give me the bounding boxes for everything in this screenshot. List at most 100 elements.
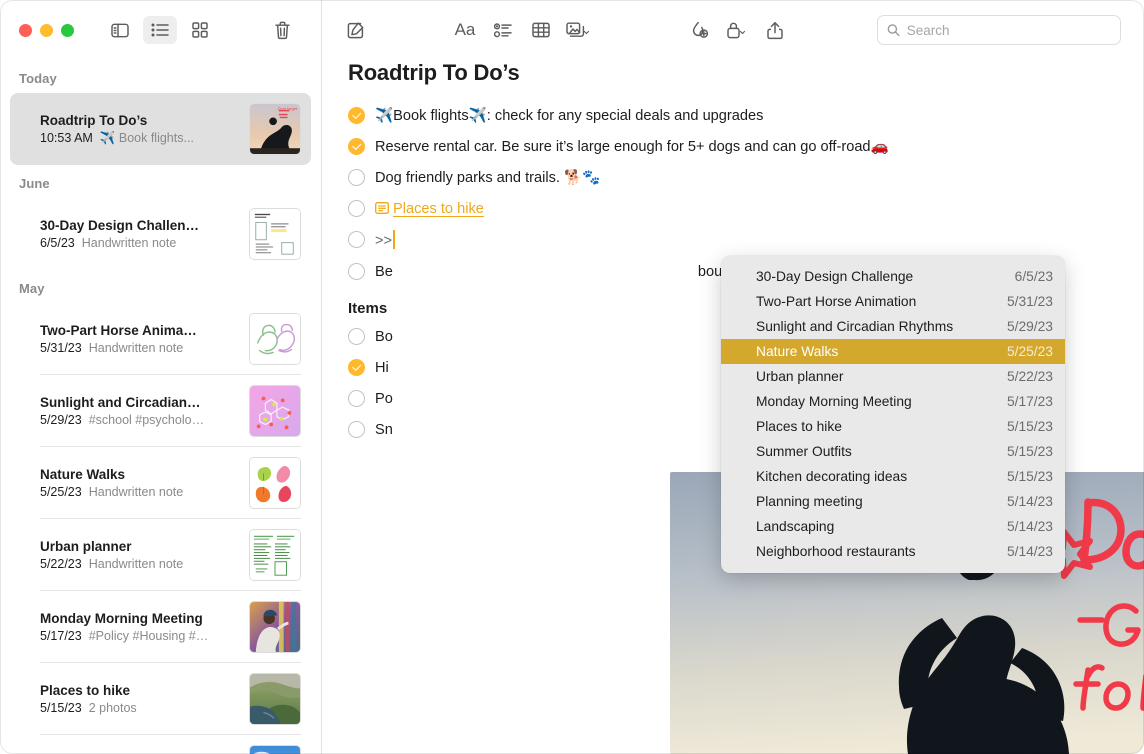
note-list-item-preview: #Policy #Housing #… bbox=[89, 629, 209, 643]
autocomplete-option[interactable]: 30-Day Design Challenge6/5/23 bbox=[721, 264, 1065, 289]
checkbox-unchecked[interactable] bbox=[348, 421, 365, 438]
checklist-button[interactable] bbox=[486, 16, 520, 44]
autocomplete-option[interactable]: Summer Outfits5/15/23 bbox=[721, 439, 1065, 464]
autocomplete-option-date: 5/15/23 bbox=[1007, 419, 1053, 434]
share-icon bbox=[767, 21, 783, 40]
checklist-item[interactable]: Places to hike bbox=[348, 199, 1118, 219]
autocomplete-option[interactable]: Sunlight and Circadian Rhythms 5/29/23 bbox=[721, 314, 1065, 339]
autocomplete-option[interactable]: Planning meeting5/14/23 bbox=[721, 489, 1065, 514]
note-list-item-meta: 5/29/23#school #psycholo… bbox=[40, 413, 239, 427]
note-list[interactable]: TodayRoadtrip To Do’s10:53 AM✈️ Book fli… bbox=[0, 60, 321, 754]
format-button[interactable]: Aa bbox=[448, 16, 482, 44]
note-list-item-meta: 5/31/23Handwritten note bbox=[40, 341, 239, 355]
autocomplete-option-title: Urban planner bbox=[756, 369, 843, 384]
note-list-item[interactable]: Summer Outfits bbox=[10, 735, 311, 754]
autocomplete-option[interactable]: Urban planner 5/22/23 bbox=[721, 364, 1065, 389]
checklist-item[interactable]: >> bbox=[348, 230, 1118, 251]
autocomplete-option[interactable]: Two-Part Horse Animation5/31/23 bbox=[721, 289, 1065, 314]
note-group-header: May bbox=[0, 270, 321, 303]
note-list-item-thumbnail bbox=[249, 673, 301, 725]
autocomplete-option-title: Sunlight and Circadian Rhythms bbox=[756, 319, 953, 334]
add-link-button[interactable] bbox=[682, 16, 716, 44]
note-list-item[interactable]: Places to hike 5/15/232 photos bbox=[10, 663, 311, 735]
note-list-item-title: Roadtrip To Do’s bbox=[40, 113, 239, 128]
note-list-item-thumbnail bbox=[249, 457, 301, 509]
checkbox-unchecked[interactable] bbox=[348, 169, 365, 186]
editor-toolbar: Aa bbox=[322, 0, 1144, 60]
autocomplete-option[interactable]: Kitchen decorating ideas5/15/23 bbox=[721, 464, 1065, 489]
note-list-item-thumbnail: Dont forget bbox=[249, 103, 301, 155]
note-list-item-thumbnail bbox=[249, 529, 301, 581]
checkbox-checked[interactable] bbox=[348, 107, 365, 124]
checkbox-checked[interactable] bbox=[348, 359, 365, 376]
checklist-item[interactable]: Reserve rental car. Be sure it’s large e… bbox=[348, 137, 1118, 157]
note-list-item[interactable]: 30-Day Design Challen…6/5/23Handwritten … bbox=[10, 198, 311, 270]
checkbox-unchecked[interactable] bbox=[348, 328, 365, 345]
gallery-view-button[interactable] bbox=[183, 16, 217, 44]
checklist-item[interactable]: Dog friendly parks and trails. 🐕🐾 bbox=[348, 168, 1118, 188]
autocomplete-option[interactable]: Neighborhood restaurants5/14/23 bbox=[721, 539, 1065, 564]
note-link-icon bbox=[375, 200, 389, 212]
note-list-item-text: Monday Morning Meeting5/17/23#Policy #Ho… bbox=[40, 611, 239, 643]
note-list-item-date: 5/25/23 bbox=[40, 485, 82, 499]
checklist-label: Sn bbox=[375, 422, 393, 438]
new-note-button[interactable] bbox=[338, 16, 372, 44]
checkbox-unchecked[interactable] bbox=[348, 263, 365, 280]
note-list-item[interactable]: Nature Walks5/25/23Handwritten note bbox=[10, 447, 311, 519]
note-list-item-thumbnail bbox=[249, 313, 301, 365]
checklist-item[interactable]: ✈️Book flights✈️: check for any special … bbox=[348, 106, 1118, 126]
minimize-button[interactable] bbox=[40, 24, 53, 37]
autocomplete-option[interactable]: Nature Walks5/25/23 bbox=[721, 339, 1065, 364]
autocomplete-option[interactable]: Places to hike5/15/23 bbox=[721, 414, 1065, 439]
note-list-item-preview: #school #psycholo… bbox=[89, 413, 204, 427]
table-button[interactable] bbox=[524, 16, 558, 44]
checkbox-unchecked[interactable] bbox=[348, 231, 365, 248]
note-list-item[interactable]: Two-Part Horse Anima…5/31/23Handwritten … bbox=[10, 303, 311, 375]
checkbox-checked[interactable] bbox=[348, 138, 365, 155]
autocomplete-option-date: 5/29/23 bbox=[1007, 319, 1053, 334]
checklist-item-text: Bebout this) bbox=[375, 262, 758, 282]
note-list-item-text: Sunlight and Circadian… 5/29/23#school #p… bbox=[40, 395, 239, 427]
media-chevron-icon: ⌄ bbox=[581, 22, 592, 38]
note-list-item[interactable]: Urban planner5/22/23Handwritten note bbox=[10, 519, 311, 591]
search-input[interactable] bbox=[907, 23, 1111, 38]
note-link-autocomplete-popup[interactable]: 30-Day Design Challenge6/5/23Two-Part Ho… bbox=[721, 256, 1065, 573]
checklist-label: Be bbox=[375, 264, 393, 280]
zoom-button[interactable] bbox=[61, 24, 74, 37]
note-list-item-date: 6/5/23 bbox=[40, 236, 75, 250]
note-list-item-title: Sunlight and Circadian… bbox=[40, 395, 239, 410]
note-list-item-meta: 5/15/232 photos bbox=[40, 701, 239, 715]
checkbox-unchecked[interactable] bbox=[348, 200, 365, 217]
autocomplete-option[interactable]: Monday Morning Meeting5/17/23 bbox=[721, 389, 1065, 414]
note-list-item-thumbnail bbox=[249, 745, 301, 754]
search-field[interactable] bbox=[877, 15, 1121, 45]
autocomplete-option-date: 5/15/23 bbox=[1007, 469, 1053, 484]
autocomplete-option-date: 5/25/23 bbox=[1007, 344, 1053, 359]
notes-sidebar: TodayRoadtrip To Do’s10:53 AM✈️ Book fli… bbox=[0, 0, 322, 754]
checklist-item-text: Hi bbox=[375, 358, 389, 378]
checklist-label: Bo bbox=[375, 329, 393, 345]
note-list-item[interactable]: Sunlight and Circadian… 5/29/23#school #p… bbox=[10, 375, 311, 447]
search-icon bbox=[887, 23, 900, 37]
autocomplete-option-title: Planning meeting bbox=[756, 494, 863, 509]
inline-note-link[interactable]: Places to hike bbox=[393, 201, 484, 217]
checklist-label: Dog friendly parks and trails. 🐕🐾 bbox=[375, 170, 600, 186]
checkbox-unchecked[interactable] bbox=[348, 390, 365, 407]
autocomplete-option[interactable]: Landscaping5/14/23 bbox=[721, 514, 1065, 539]
autocomplete-option-date: 5/22/23 bbox=[1007, 369, 1053, 384]
list-view-button[interactable] bbox=[143, 16, 177, 44]
note-list-item-title: Places to hike bbox=[40, 683, 239, 698]
note-list-item-text: Places to hike 5/15/232 photos bbox=[40, 683, 239, 715]
note-list-item[interactable]: Roadtrip To Do’s10:53 AM✈️ Book flights.… bbox=[10, 93, 311, 165]
close-button[interactable] bbox=[19, 24, 32, 37]
checklist-label: >> bbox=[375, 233, 392, 249]
share-button[interactable] bbox=[758, 16, 792, 44]
note-list-item[interactable]: Monday Morning Meeting5/17/23#Policy #Ho… bbox=[10, 591, 311, 663]
media-button[interactable]: ⌄ bbox=[562, 16, 596, 44]
note-list-item-date: 5/31/23 bbox=[40, 341, 82, 355]
delete-button[interactable] bbox=[265, 16, 299, 44]
sidebar-icon bbox=[111, 23, 129, 38]
sidebar-toggle-button[interactable] bbox=[103, 16, 137, 44]
lock-button[interactable]: ⌄ bbox=[720, 16, 754, 44]
lock-chevron-icon: ⌄ bbox=[737, 22, 748, 38]
